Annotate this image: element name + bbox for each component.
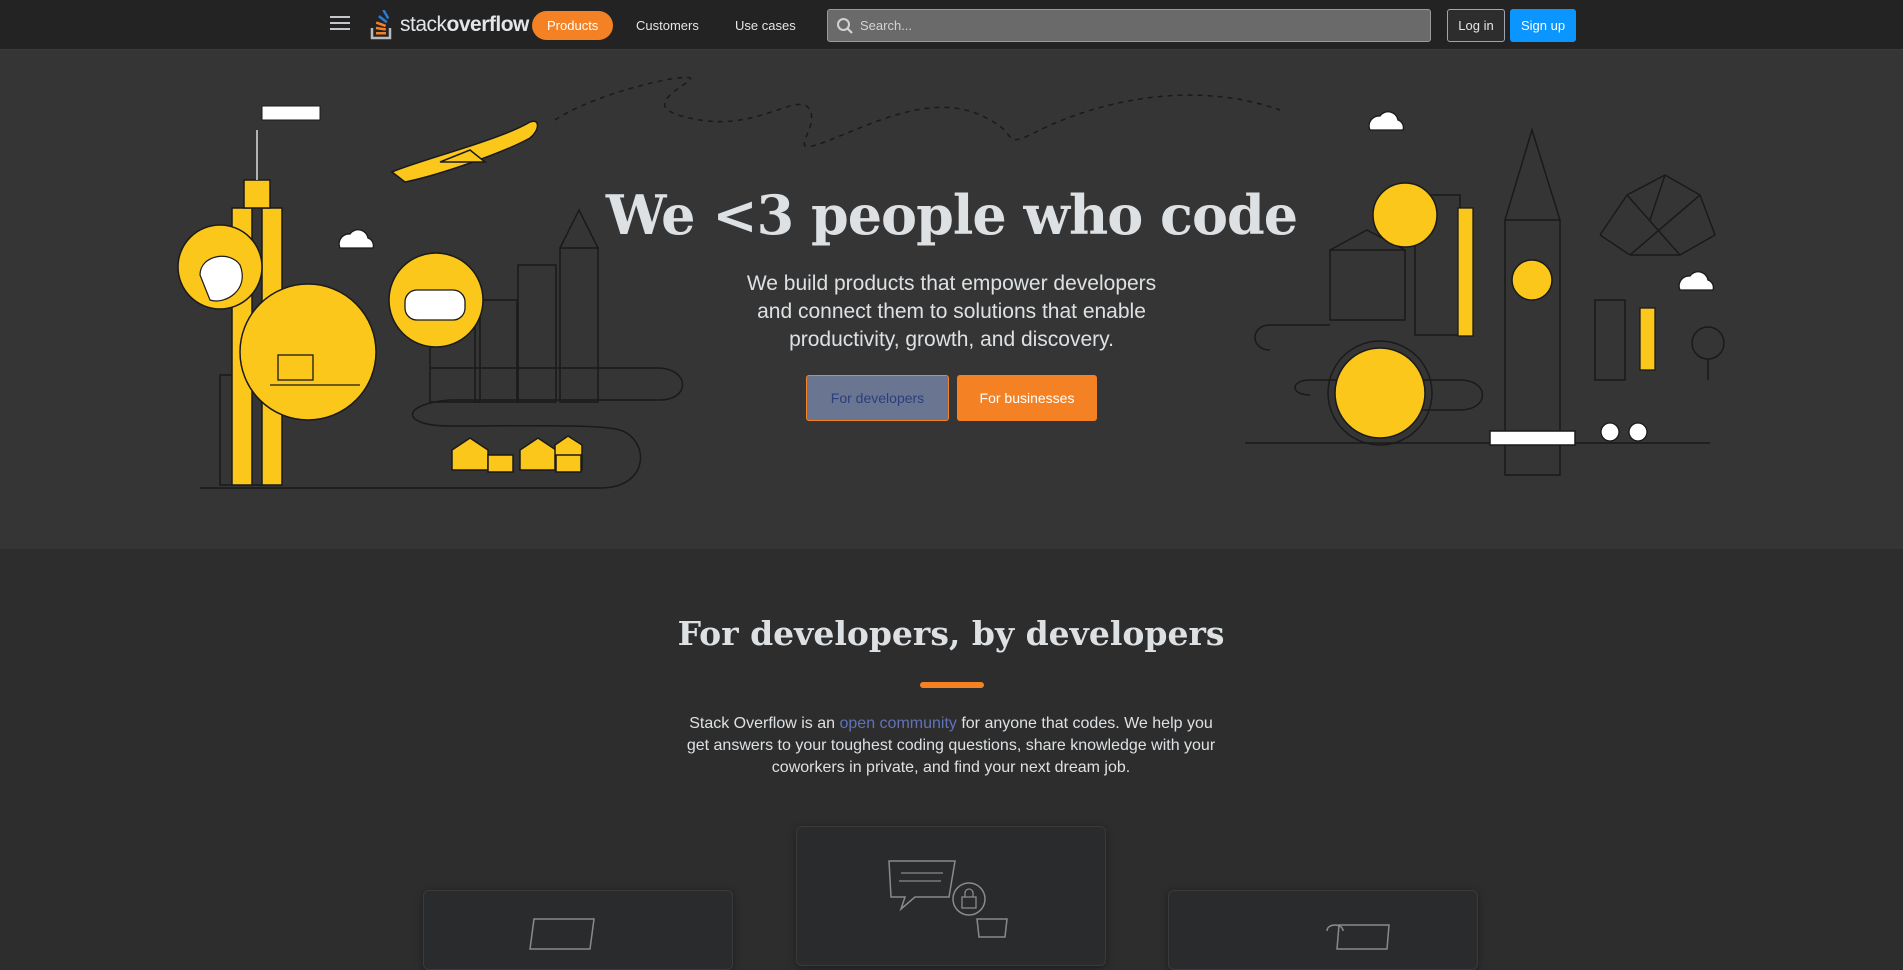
jobs-icon	[1326, 924, 1390, 950]
hero-title: We <3 people who code	[605, 183, 1298, 247]
title-underline	[920, 682, 984, 688]
developers-section: For developers, by developers Stack Over…	[0, 549, 1903, 970]
feature-card-left[interactable]	[423, 890, 733, 970]
feature-card-center[interactable]	[796, 826, 1106, 966]
search-icon	[837, 18, 853, 34]
private-chat-icon	[888, 860, 1008, 938]
stack-overflow-logo[interactable]: stackoverflow	[370, 7, 529, 43]
chat-bubbles-icon	[529, 918, 595, 950]
login-button[interactable]: Log in	[1447, 9, 1505, 42]
signup-button[interactable]: Sign up	[1510, 9, 1576, 42]
nav-use-cases[interactable]: Use cases	[720, 11, 811, 40]
for-developers-button[interactable]: For developers	[806, 375, 949, 421]
section-description: Stack Overflow is an open community for …	[686, 715, 1216, 776]
stack-logo-icon	[370, 10, 392, 40]
hero-subtitle: We build products that empower developer…	[746, 272, 1157, 351]
open-community-link[interactable]: open community	[840, 715, 957, 732]
top-bar: stackoverflow Products Customers Use cas…	[0, 0, 1903, 50]
nav-products[interactable]: Products	[532, 11, 614, 40]
for-businesses-button[interactable]: For businesses	[957, 375, 1097, 421]
search-input[interactable]	[860, 10, 1420, 41]
feature-card-right[interactable]	[1168, 890, 1478, 970]
search-box[interactable]	[827, 9, 1431, 42]
nav-customers[interactable]: Customers	[621, 11, 714, 40]
hamburger-menu-icon[interactable]	[330, 16, 350, 32]
logo-text: stackoverflow	[400, 13, 529, 36]
hero-section: We <3 people who code We build products …	[0, 50, 1903, 549]
section-title: For developers, by developers	[677, 614, 1225, 653]
